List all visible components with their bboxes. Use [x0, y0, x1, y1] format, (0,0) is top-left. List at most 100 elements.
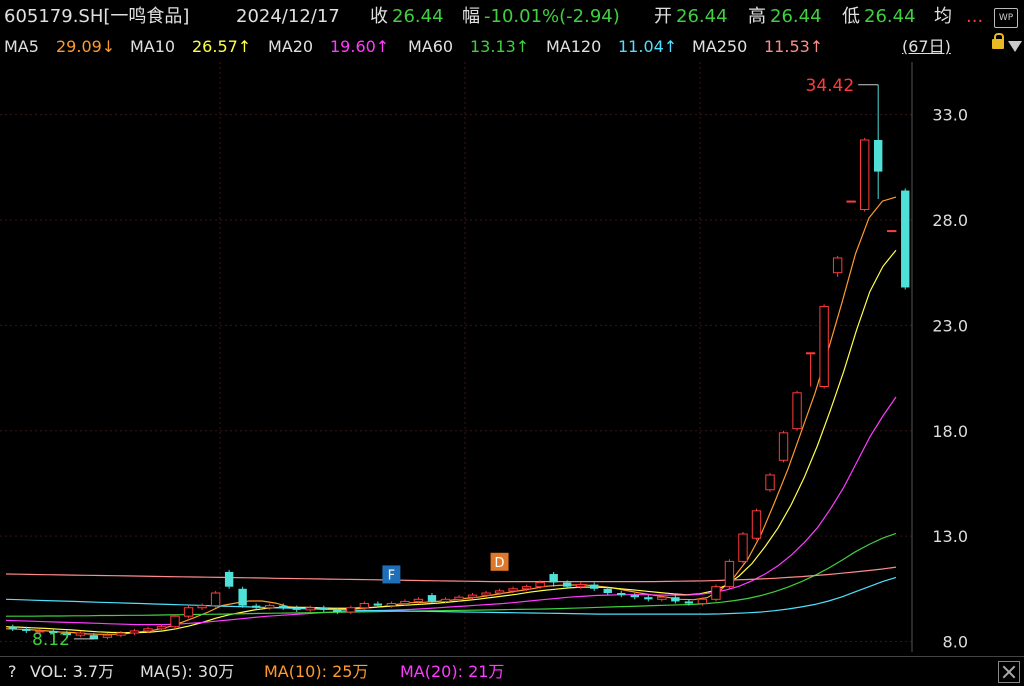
- candle-body: [617, 593, 626, 596]
- period-selector[interactable]: (67日): [902, 34, 951, 60]
- candle: [75, 630, 86, 638]
- ma250-value: 11.53↑: [764, 37, 824, 56]
- candle-body: [264, 605, 275, 609]
- candle-body: [373, 603, 383, 606]
- candle-body: [102, 634, 113, 638]
- candle: [671, 595, 680, 604]
- candle: [617, 590, 626, 598]
- vol-value: VOL: 3.7万: [30, 662, 115, 681]
- candle-body: [630, 595, 639, 598]
- candle: [116, 630, 126, 638]
- candle-body: [333, 609, 342, 612]
- ma60-value: 13.13↑: [470, 37, 530, 56]
- candle: [319, 605, 328, 612]
- wp-icon[interactable]: WP: [994, 8, 1018, 28]
- candle: [832, 255, 843, 277]
- candle-body: [738, 533, 748, 562]
- lock-icon[interactable]: [992, 33, 1004, 49]
- ma60-label: MA60: [408, 37, 454, 56]
- candle-body: [697, 598, 708, 605]
- candle-body: [549, 574, 558, 583]
- candle-body: [183, 607, 194, 617]
- candle-body: [644, 597, 653, 600]
- more-menu[interactable]: ...: [966, 2, 983, 32]
- candle: [129, 628, 140, 636]
- candle-body: [143, 628, 153, 632]
- close-icon[interactable]: [998, 661, 1020, 683]
- candle-body: [521, 586, 532, 590]
- candle-body: [778, 432, 789, 461]
- candle-body: [819, 305, 829, 387]
- candlestick-chart[interactable]: 33.0 28.0 23.0 18.0 13.0 8.0 34.42 8.12 F D: [0, 0, 1024, 656]
- ma120-label: MA120: [546, 37, 602, 56]
- candle-body: [887, 230, 897, 233]
- candle-body: [805, 352, 816, 355]
- candle-body: [711, 586, 721, 600]
- candle-body: [874, 139, 883, 172]
- ma10-label: MA10: [130, 37, 176, 56]
- candle-body: [170, 615, 180, 628]
- candle-body: [765, 474, 775, 491]
- candle-body: [751, 510, 762, 539]
- y-tick-label: 28.0: [932, 211, 968, 230]
- candle-body: [454, 596, 464, 600]
- close-value: 26.44: [392, 6, 444, 27]
- candle: [724, 559, 735, 589]
- candle-body: [251, 605, 261, 608]
- quote-date: 2024/12/17: [236, 6, 340, 27]
- help-question[interactable]: ?: [8, 657, 17, 686]
- candle-body: [832, 257, 843, 274]
- price-axis: 33.0 28.0 23.0 18.0 13.0 8.0: [932, 106, 968, 652]
- vol-ma10: MA(10): 25万: [264, 662, 369, 681]
- candle-body: [400, 600, 410, 605]
- candle: [630, 593, 639, 600]
- ma250-line: [5, 566, 897, 583]
- candle-body: [724, 560, 735, 588]
- y-tick-label: 33.0: [932, 106, 968, 125]
- quote-header: 605179.SH[一鸣食品] 2024/12/17 收 26.44 幅 -10…: [0, 2, 1024, 32]
- close-label: 收: [370, 6, 388, 27]
- high-label: 高: [748, 6, 766, 27]
- candle: [805, 352, 816, 387]
- candle: [765, 472, 775, 492]
- candle: [901, 188, 910, 290]
- ma-legend: MA5 29.09↓ MA10 26.57↑ MA20 19.60↑ MA60 …: [0, 33, 1024, 60]
- ma120-value: 11.04↑: [618, 37, 678, 56]
- candle: [887, 230, 897, 233]
- candle-body: [305, 607, 315, 611]
- candle-body: [319, 607, 328, 610]
- vol-ma5: MA(5): 30万: [140, 662, 235, 681]
- open-label: 开: [654, 6, 672, 27]
- candle-body: [562, 582, 572, 587]
- max-price-label: 34.42: [806, 76, 855, 96]
- candle-body: [197, 605, 207, 609]
- candle: [846, 200, 856, 203]
- stock-code: 605179.SH[一鸣食品]: [4, 6, 190, 27]
- candle-body: [590, 584, 599, 589]
- candle: [183, 605, 194, 619]
- candle-body: [508, 588, 518, 592]
- candle: [778, 430, 789, 463]
- candle: [819, 304, 829, 389]
- ma20-value: 19.60↑: [330, 37, 390, 56]
- candle-body: [359, 603, 370, 609]
- moving-average-lines: [5, 196, 897, 635]
- candle: [792, 390, 802, 431]
- ma5-value: 29.09↓: [56, 37, 116, 56]
- candle-body: [224, 571, 234, 587]
- candle-body: [671, 597, 680, 602]
- vol-ma20: MA(20): 21万: [400, 662, 505, 681]
- candle-body: [413, 598, 424, 602]
- y-tick-label: 13.0: [932, 527, 968, 546]
- y-tick-label: 23.0: [932, 316, 968, 335]
- candle: [224, 569, 234, 589]
- candle: [210, 590, 221, 608]
- candle-body: [846, 200, 856, 203]
- change-value: -10.01%(-2.94): [484, 6, 620, 27]
- flag-d-text: D: [495, 556, 505, 571]
- y-tick-label: 8.0: [943, 632, 968, 651]
- candle-body: [427, 595, 437, 602]
- ma20-label: MA20: [268, 37, 314, 56]
- low-value: 26.44: [864, 6, 916, 27]
- dropdown-triangle-icon[interactable]: [1008, 41, 1022, 52]
